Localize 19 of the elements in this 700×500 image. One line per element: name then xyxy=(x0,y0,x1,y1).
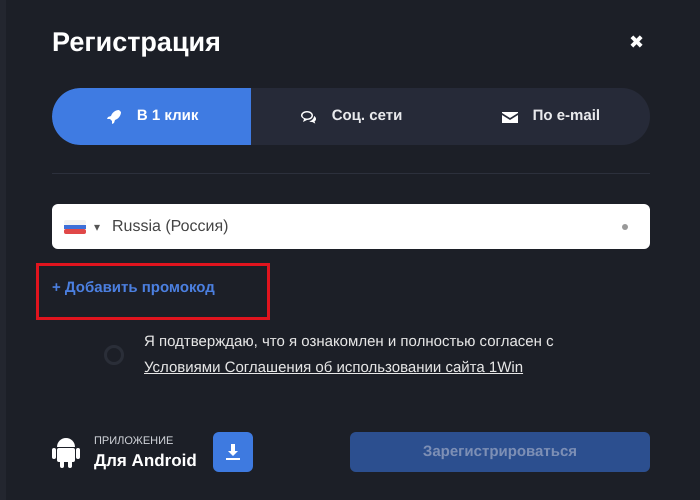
phone-field[interactable]: ▾ Russia (Россия) xyxy=(52,204,650,249)
android-icon xyxy=(52,436,80,468)
dialog-title: Регистрация xyxy=(52,26,221,59)
download-button[interactable] xyxy=(212,432,253,472)
terms-link[interactable]: Условиями Соглашения об использовании сайта 1Win xyxy=(144,356,554,379)
rocket-icon xyxy=(104,108,123,126)
app-platform: Для Android xyxy=(94,450,197,471)
promo-link[interactable]: + Добавить промокод xyxy=(52,277,215,300)
caret-icon[interactable]: ▾ xyxy=(94,218,100,236)
app-caption: ПРИЛОЖЕНИЕ xyxy=(94,434,174,450)
tab[interactable]: В 1 клик xyxy=(52,88,252,145)
dot-icon xyxy=(622,224,628,230)
tab[interactable]: Соц. сети xyxy=(251,88,451,145)
input-field[interactable]: Russia (Россия) xyxy=(112,214,622,238)
agreement-text: Я подтверждаю, что я ознакомлен и полностью согласен с xyxy=(144,332,554,352)
download-icon xyxy=(224,443,242,461)
tab[interactable]: По e-mail xyxy=(450,88,650,145)
flag-icon xyxy=(64,220,86,234)
close-button[interactable]: ✖ xyxy=(629,33,644,51)
